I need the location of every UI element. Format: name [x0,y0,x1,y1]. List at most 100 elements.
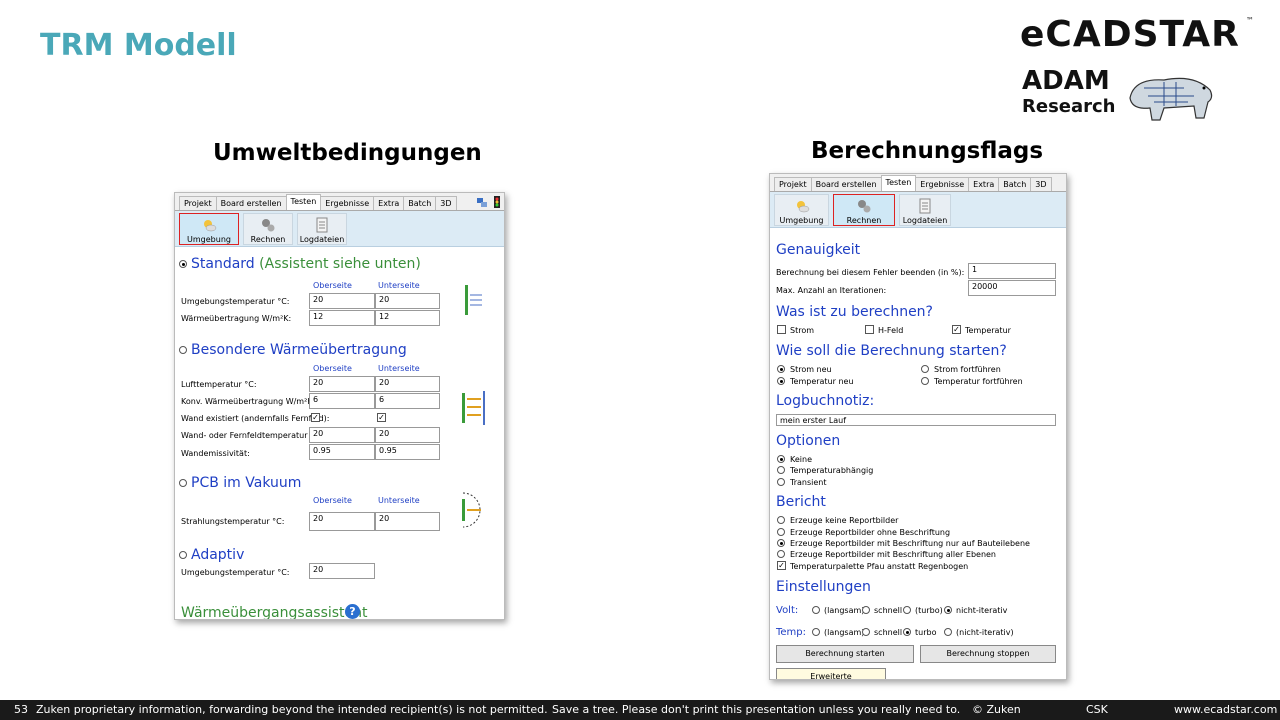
help-icon[interactable]: ? [345,604,360,619]
col-unterseite: Unterseite [378,496,420,505]
adaptiv-temp-input[interactable]: 20 [309,563,375,579]
partner-name: ADAM [1022,66,1110,96]
temperatur-neu-radio[interactable] [777,377,785,385]
was-title: Was ist zu berechnen? [776,304,933,320]
umgebungstemp-bottom-input[interactable]: 20 [375,293,440,309]
logdateien-label: Logdateien [902,216,948,225]
volt-label: Volt: [776,605,799,616]
bericht-radio-2[interactable] [777,528,785,536]
volt-langsam-radio[interactable] [812,606,820,614]
wandtemp-top-input[interactable]: 20 [309,427,375,443]
temp-schnell-label: schnell [874,628,903,637]
temperatur-fortfuehren-radio[interactable] [921,377,929,385]
erweiterte-optionen-button[interactable]: Erweiterte Berechnungsoptionen [776,668,886,679]
pfau-label: Temperaturpalette Pfau anstatt Regenboge… [790,562,969,571]
bericht-radio-3[interactable] [777,539,785,547]
lufttemp-bottom-input[interactable]: 20 [375,376,440,392]
logdateien-label: Logdateien [299,235,345,244]
field-label: Wand existiert (andernfalls Fernfeld): [181,414,330,423]
tab-bar: Projekt Board erstellen Testen Ergebniss… [175,193,504,211]
volt-turbo-label: (turbo) [915,606,943,615]
emissivitaet-top-input[interactable]: 0.95 [309,444,375,460]
bericht-radio-1[interactable] [777,516,785,524]
bericht-radio-4[interactable] [777,550,785,558]
rechnen-label: Rechnen [250,235,286,244]
volt-turbo-radio[interactable] [903,606,911,614]
tab-3d[interactable]: 3D [435,196,457,210]
logdateien-button[interactable]: Logdateien [297,213,347,245]
temp-schnell-radio[interactable] [862,628,870,636]
field-label: Wärmeübertragung W/m²K: [181,314,292,323]
umgebung-button[interactable]: Umgebung [774,194,829,226]
gears-icon [858,200,871,213]
tab-ergebnisse[interactable]: Ergebnisse [915,177,970,191]
standard-radio[interactable] [179,260,187,268]
temperatur-checkbox[interactable]: ✓ [952,325,961,334]
strom-fortfuehren-radio[interactable] [921,365,929,373]
tab-testen[interactable]: Testen [880,175,917,191]
pfau-checkbox[interactable]: ✓ [777,561,786,570]
wand-bottom-checkbox[interactable]: ✓ [377,413,386,422]
keine-radio[interactable] [777,455,785,463]
rechnen-label: Rechnen [846,216,882,225]
berechnung-stoppen-button[interactable]: Berechnung stoppen [920,645,1056,663]
emissivitaet-bottom-input[interactable]: 0.95 [375,444,440,460]
logbuch-input[interactable]: mein erster Lauf [776,414,1056,426]
strahlungstemp-bottom-input[interactable]: 20 [375,512,440,531]
fehler-label: Berechnung bei diesem Fehler beenden (in… [776,268,965,277]
tab-board-erstellen[interactable]: Board erstellen [215,196,287,210]
website-link[interactable]: www.ecadstar.com [1174,700,1277,720]
temperaturabhaengig-radio[interactable] [777,466,785,474]
section-title-flags: Berechnungsflags [811,138,1044,164]
strom-label: Strom [790,326,815,335]
berechnung-starten-button[interactable]: Berechnung starten [776,645,914,663]
temperatur-neu-label: Temperatur neu [790,377,854,386]
iterationen-input[interactable]: 20000 [968,280,1056,296]
strom-neu-radio[interactable] [777,365,785,373]
vakuum-radio[interactable] [179,479,187,487]
waermeuebertragung-bottom-input[interactable]: 12 [375,310,440,326]
konv-top-input[interactable]: 6 [309,393,375,409]
volt-nicht-iterativ-radio[interactable] [944,606,952,614]
temp-langsam-radio[interactable] [812,628,820,636]
tab-projekt[interactable]: Projekt [179,196,217,210]
logdateien-button[interactable]: Logdateien [899,194,951,226]
waermeuebertragung-top-input[interactable]: 12 [309,310,375,326]
tab-projekt[interactable]: Projekt [774,177,812,191]
wandtemp-bottom-input[interactable]: 20 [375,427,440,443]
konv-bottom-input[interactable]: 6 [375,393,440,409]
temp-turbo-radio[interactable] [903,628,911,636]
network-icon[interactable] [476,196,488,208]
adaptiv-radio[interactable] [179,551,187,559]
tab-3d[interactable]: 3D [1030,177,1052,191]
tab-extra[interactable]: Extra [968,177,1000,191]
col-oberseite: Oberseite [313,496,352,505]
strahlungstemp-top-input[interactable]: 20 [309,512,375,531]
volt-nicht-iterativ-label: nicht-iterativ [956,606,1008,615]
temp-nicht-iterativ-radio[interactable] [944,628,952,636]
strom-fortfuehren-label: Strom fortführen [934,365,1001,374]
tab-batch[interactable]: Batch [403,196,437,210]
tab-testen[interactable]: Testen [285,194,322,210]
fehler-input[interactable]: 1 [968,263,1056,279]
besondere-radio[interactable] [179,346,187,354]
tab-board-erstellen[interactable]: Board erstellen [810,177,882,191]
section-title-umwelt: Umweltbedingungen [213,140,482,166]
rechnen-button[interactable]: Rechnen [243,213,293,245]
gears-icon [262,219,275,232]
hfeld-checkbox[interactable] [865,325,874,334]
umgebungstemp-top-input[interactable]: 20 [309,293,375,309]
convection-diagram-icon [465,285,482,315]
tab-batch[interactable]: Batch [998,177,1032,191]
log-file-icon [316,217,328,233]
volt-schnell-radio[interactable] [862,606,870,614]
wand-top-checkbox[interactable]: ✓ [311,413,320,422]
strom-checkbox[interactable] [777,325,786,334]
umgebung-button[interactable]: Umgebung [179,213,239,245]
rechnen-button[interactable]: Rechnen [833,194,895,226]
tab-extra[interactable]: Extra [373,196,405,210]
transient-radio[interactable] [777,478,785,486]
tab-ergebnisse[interactable]: Ergebnisse [320,196,375,210]
temp-turbo-label: turbo [915,628,937,637]
lufttemp-top-input[interactable]: 20 [309,376,375,392]
